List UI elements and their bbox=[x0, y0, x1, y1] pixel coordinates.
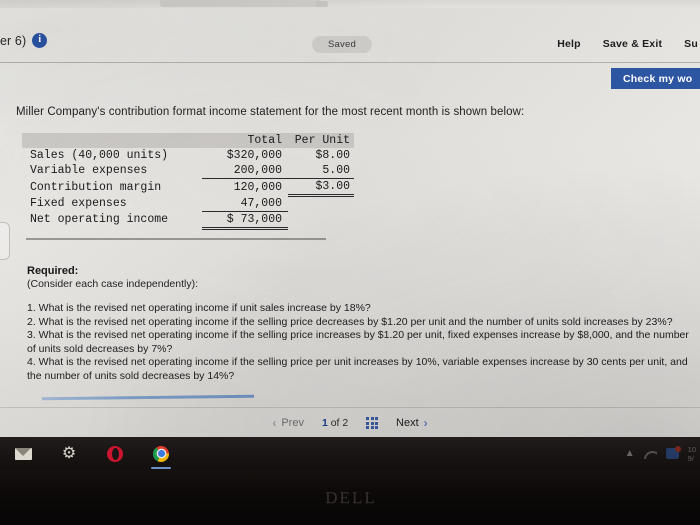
row-label: Net operating income bbox=[30, 213, 169, 226]
statement-col-per-unit: Per Unit bbox=[294, 134, 350, 147]
income-statement-table: Total Per Unit Sales (40,000 units) $320… bbox=[22, 133, 354, 230]
page-indicator: 1 of 2 bbox=[322, 417, 348, 429]
table-row: Variable expenses 200,000 5.00 bbox=[22, 163, 354, 179]
statement-divider bbox=[26, 238, 326, 240]
row-label: Contribution margin bbox=[30, 180, 162, 194]
row-label: Fixed expenses bbox=[30, 196, 127, 210]
windows-taskbar: ⚙ ▲ 10 9/ bbox=[0, 437, 700, 470]
taskbar-mail-button[interactable] bbox=[12, 443, 34, 465]
submit-link[interactable]: Su bbox=[684, 38, 698, 50]
help-link[interactable]: Help bbox=[557, 38, 581, 50]
assignment-label: er 6) bbox=[0, 33, 27, 48]
taskbar-settings-button[interactable]: ⚙ bbox=[58, 443, 80, 465]
statement-col-total: Total bbox=[247, 134, 282, 147]
chevron-right-icon: › bbox=[423, 416, 428, 430]
save-and-exit-link[interactable]: Save & Exit bbox=[603, 38, 662, 50]
browser-tab[interactable] bbox=[160, 0, 320, 7]
browser-toolbar-chip bbox=[316, 1, 328, 7]
row-total: $320,000 bbox=[226, 149, 282, 162]
row-label: Sales (40,000 units) bbox=[30, 149, 169, 162]
opera-icon bbox=[107, 445, 123, 462]
dell-logo: DELL bbox=[325, 487, 377, 507]
page-total: 2 bbox=[342, 417, 349, 429]
chevron-up-icon[interactable]: ▲ bbox=[625, 448, 635, 459]
row-total: 200,000 bbox=[202, 163, 288, 179]
page-current: 1 bbox=[321, 417, 328, 429]
table-row: Fixed expenses 47,000 bbox=[22, 195, 354, 212]
table-row: Contribution margin 120,000 $3.00 bbox=[22, 178, 354, 197]
grid-menu-icon[interactable] bbox=[366, 417, 379, 429]
taskbar-opera-button[interactable] bbox=[104, 443, 126, 465]
row-per-unit: 5.00 bbox=[288, 163, 354, 179]
row-per-unit: $3.00 bbox=[288, 178, 354, 197]
question-item-2: 2. What is the revised net operating inc… bbox=[27, 315, 673, 328]
taskbar-clock[interactable]: 10 9/ bbox=[688, 445, 696, 463]
action-center-icon[interactable] bbox=[665, 446, 681, 459]
monitor-bezel: DELL bbox=[0, 470, 700, 525]
next-button[interactable]: Next › bbox=[396, 416, 428, 430]
taskbar-icons: ⚙ bbox=[0, 443, 172, 469]
prev-button[interactable]: ‹ Prev bbox=[272, 416, 304, 430]
assignment-title-group: er 6) i bbox=[0, 33, 48, 48]
question-item-1: 1. What is the revised net operating inc… bbox=[27, 302, 371, 314]
system-tray: ▲ 10 9/ bbox=[625, 445, 700, 463]
required-heading: Required: bbox=[27, 265, 79, 277]
row-per-unit bbox=[288, 211, 354, 228]
check-my-work-button[interactable]: Check my wo bbox=[611, 68, 700, 89]
table-row: Sales (40,000 units) $320,000 $8.00 bbox=[22, 148, 354, 163]
question-item-3: 3. What is the revised net operating inc… bbox=[27, 329, 689, 355]
page-of: of bbox=[330, 417, 340, 429]
gear-icon: ⚙ bbox=[61, 444, 77, 462]
row-label: Variable expenses bbox=[30, 164, 148, 178]
table-row: Net operating income $ 73,000 bbox=[22, 211, 354, 230]
pagination-bar: ‹ Prev 1 of 2 Next › bbox=[0, 407, 700, 437]
prev-label: Prev bbox=[281, 417, 304, 429]
chrome-icon bbox=[153, 445, 169, 462]
question-intro: Miller Company's contribution format inc… bbox=[16, 106, 525, 118]
answer-divider bbox=[41, 394, 255, 400]
wifi-icon[interactable] bbox=[644, 449, 657, 459]
statement-col-blank bbox=[22, 133, 202, 148]
row-total: 120,000 bbox=[233, 180, 282, 194]
mail-icon bbox=[14, 447, 32, 460]
required-subtext: (Consider each case independently): bbox=[27, 278, 199, 290]
info-icon[interactable]: i bbox=[32, 33, 48, 48]
monitor-photo: er 6) i Help Save & Exit Su Saved Check … bbox=[0, 0, 700, 525]
chevron-left-icon: ‹ bbox=[272, 416, 277, 430]
row-per-unit bbox=[288, 196, 354, 212]
next-label: Next bbox=[396, 417, 419, 429]
row-per-unit: $8.00 bbox=[315, 149, 350, 162]
question-item-4: 4. What is the revised net operating inc… bbox=[27, 356, 688, 382]
saved-status-badge: Saved bbox=[312, 36, 372, 53]
row-total: 47,000 bbox=[202, 195, 288, 212]
browser-chrome-strip bbox=[0, 0, 700, 8]
header-links: Help Save & Exit Su bbox=[557, 38, 700, 50]
question-list: 1. What is the revised net operating inc… bbox=[27, 302, 695, 383]
statement-header-row: Total Per Unit bbox=[22, 133, 354, 148]
left-panel-handle[interactable] bbox=[0, 222, 10, 260]
taskbar-chrome-button[interactable] bbox=[150, 443, 172, 469]
screen-area: er 6) i Help Save & Exit Su Saved Check … bbox=[0, 0, 700, 437]
row-total: $ 73,000 bbox=[202, 211, 288, 230]
